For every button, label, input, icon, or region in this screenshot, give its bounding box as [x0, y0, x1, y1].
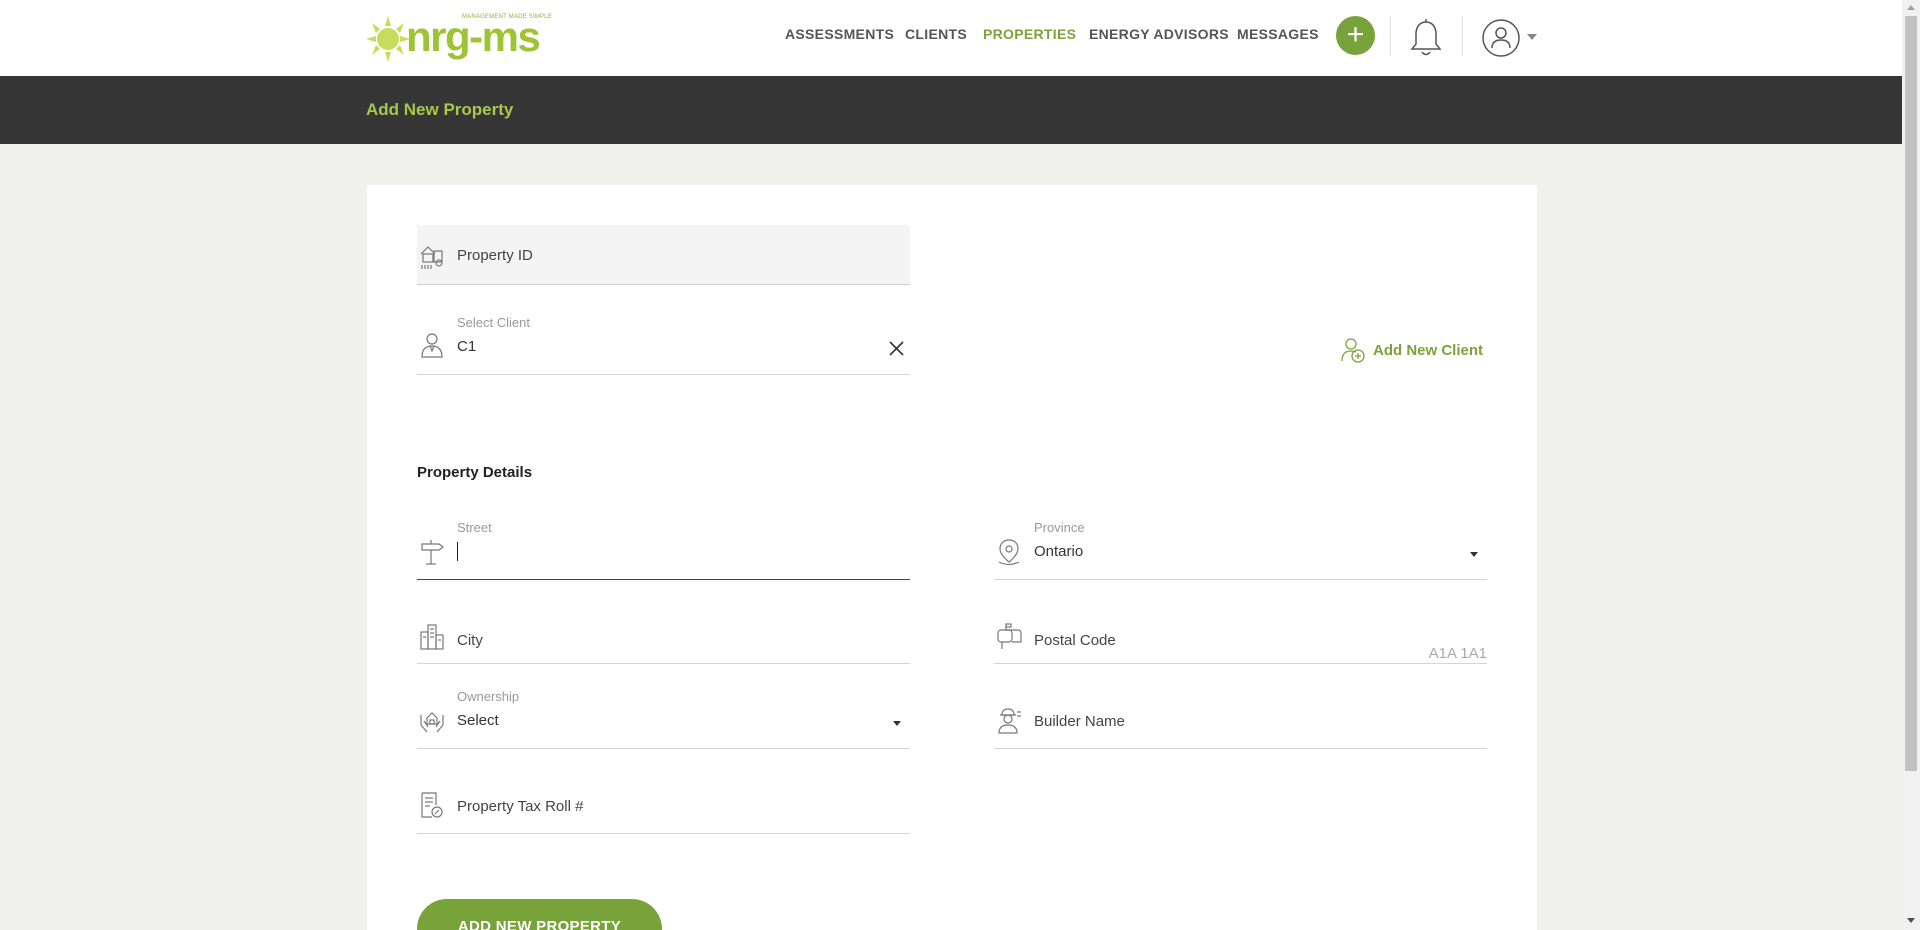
postal-code-placeholder: Postal Code [1034, 632, 1116, 649]
street-input[interactable]: Street [417, 520, 910, 580]
add-property-form: Property ID Select Client C1 Add New Cli… [367, 185, 1537, 930]
quick-add-button[interactable]: + [1336, 16, 1375, 55]
scrollbar-thumb[interactable] [1905, 16, 1917, 771]
nav-messages[interactable]: MESSAGES [1237, 26, 1319, 42]
nav-clients[interactable]: CLIENTS [905, 26, 967, 42]
house-in-hands-icon [420, 712, 444, 733]
property-id-placeholder: Property ID [457, 247, 533, 264]
page-title: Add New Property [366, 100, 514, 119]
nav-energy-advisors[interactable]: ENERGY ADVISORS [1089, 26, 1229, 42]
postal-code-format-hint: A1A 1A1 [1428, 645, 1487, 662]
builder-name-input[interactable]: Builder Name [994, 689, 1487, 749]
nav-properties[interactable]: PROPERTIES [983, 26, 1076, 42]
property-tax-roll-placeholder: Property Tax Roll # [457, 798, 584, 815]
province-chevron-down-icon [1470, 552, 1478, 557]
builder-worker-icon [998, 708, 1021, 734]
page-header-bar: Add New Property [0, 76, 1902, 144]
clear-client-close-icon[interactable] [889, 341, 904, 356]
add-new-property-button[interactable]: ADD NEW PROPERTY [417, 899, 662, 930]
street-sign-icon [421, 540, 444, 565]
nav-divider [1462, 16, 1463, 56]
ownership-value: Select [457, 712, 499, 729]
add-new-client-label: Add New Client [1373, 341, 1484, 359]
top-navbar: nrg-ms MANAGEMENT MADE SIMPLE ASSESSMENT… [0, 0, 1902, 76]
property-tax-roll-input[interactable]: Property Tax Roll # [417, 774, 910, 834]
property-id-field[interactable]: Property ID [417, 225, 910, 285]
user-menu-chevron-down-icon[interactable] [1527, 34, 1537, 40]
ownership-chevron-down-icon [893, 721, 901, 726]
user-avatar-icon[interactable] [1481, 18, 1521, 63]
client-label: Select Client [457, 315, 530, 330]
client-person-icon [421, 333, 443, 358]
scroll-up-arrow-icon[interactable] [1907, 5, 1915, 10]
postal-code-input[interactable]: Postal Code A1A 1A1 [994, 604, 1487, 664]
city-placeholder: City [457, 632, 483, 649]
client-value: C1 [457, 338, 477, 355]
client-select[interactable]: Select Client C1 [417, 315, 910, 375]
city-input[interactable]: City [417, 604, 910, 664]
text-cursor [457, 542, 458, 561]
property-id-icon [420, 246, 443, 269]
add-new-client-link[interactable]: Add New Client [1341, 337, 1483, 363]
sun-logo-icon [366, 16, 410, 62]
property-details-heading: Property Details [417, 464, 533, 481]
add-user-icon [1341, 338, 1365, 363]
nav-assessments[interactable]: ASSESSMENTS [785, 26, 894, 42]
brand-name: nrg-ms [406, 13, 541, 60]
ownership-label: Ownership [457, 689, 520, 704]
nav-divider [1390, 16, 1391, 56]
location-pin-icon [998, 539, 1020, 566]
tax-document-icon [421, 792, 443, 818]
city-buildings-icon [420, 624, 444, 650]
ownership-select[interactable]: Ownership Select [417, 689, 910, 749]
province-label: Province [1034, 520, 1085, 535]
builder-name-placeholder: Builder Name [1034, 713, 1125, 730]
scroll-down-arrow-icon[interactable] [1907, 918, 1915, 923]
street-label: Street [457, 520, 492, 535]
notifications-bell-icon[interactable] [1408, 18, 1444, 63]
province-select[interactable]: Province Ontario [994, 520, 1487, 580]
mailbox-icon [997, 623, 1022, 649]
nrg-ms-logo[interactable]: nrg-ms MANAGEMENT MADE SIMPLE [366, 10, 552, 65]
page-scrollbar[interactable] [1902, 0, 1920, 930]
brand-tagline: MANAGEMENT MADE SIMPLE [462, 14, 552, 20]
province-value: Ontario [1034, 543, 1084, 560]
